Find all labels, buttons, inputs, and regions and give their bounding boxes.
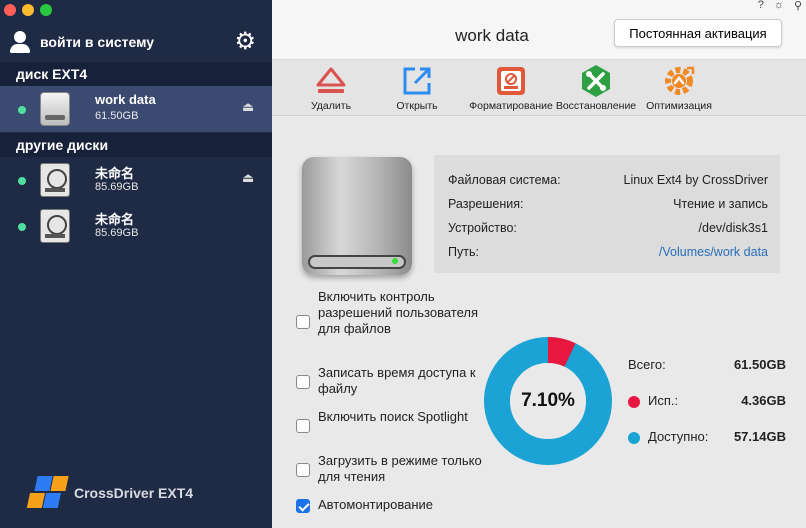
disk-name: 未命名: [95, 166, 135, 181]
brand-name: CrossDriver EXT4: [74, 485, 194, 501]
mounted-dot: [18, 223, 26, 231]
eject-icon[interactable]: ⏏: [242, 170, 254, 186]
option-label: Записать время доступа к файлу: [318, 365, 476, 396]
used-value: 4.36GB: [741, 393, 786, 408]
disk-name: 未命名: [95, 212, 135, 227]
format-label: Форматирование: [469, 100, 553, 112]
checkbox[interactable]: [296, 315, 310, 329]
free-label: Доступно:: [648, 429, 709, 444]
header: ? ☼ ⚲ work data Постоянная активация: [272, 0, 806, 60]
total-row: Всего: 61.50GB: [628, 357, 786, 377]
option-spotlight[interactable]: Включить поиск Spotlight: [296, 409, 486, 433]
optimize-icon: [662, 64, 696, 98]
checkbox[interactable]: [296, 419, 310, 433]
info-key: Путь:: [448, 245, 479, 259]
external-disk-icon: [302, 157, 412, 275]
free-color-dot: [628, 432, 640, 444]
section-ext4-title: диск EXT4: [0, 62, 272, 86]
option-read-only[interactable]: Загрузить в режиме только для чтения: [296, 453, 486, 485]
disk-size: 85.69GB: [95, 227, 139, 239]
info-key: Файловая система:: [448, 173, 561, 187]
checkbox[interactable]: [296, 463, 310, 477]
brand: CrossDriver EXT4: [26, 474, 194, 512]
used-label: Исп.:: [648, 393, 679, 408]
option-label: Автомонтирование: [318, 497, 434, 512]
info-key: Устройство:: [448, 221, 517, 235]
section-other-title: другие диски: [0, 133, 272, 157]
recovery-button[interactable]: Восстановление: [551, 64, 641, 112]
disk-size: 85.69GB: [95, 181, 139, 193]
activate-button[interactable]: Постоянная активация: [614, 19, 782, 47]
info-row-filesystem: Файловая система: Linux Ext4 by CrossDri…: [448, 173, 768, 193]
total-label: Всего:: [628, 357, 666, 372]
mounted-dot: [18, 106, 26, 114]
gear-icon[interactable]: ⚙: [234, 30, 256, 54]
format-icon: [494, 64, 528, 98]
option-permissions-control[interactable]: Включить контроль разрешений пользовател…: [296, 289, 486, 337]
disk-info-panel: Файловая система: Linux Ext4 by CrossDri…: [434, 155, 780, 273]
zoom-window-button[interactable]: [40, 4, 52, 16]
login-link[interactable]: войти в систему: [40, 34, 154, 50]
info-value: /dev/disk3s1: [698, 221, 768, 235]
status-led: [392, 258, 398, 264]
optimize-label: Оптимизация: [646, 100, 712, 112]
option-label: Загрузить в режиме только для чтения: [318, 453, 482, 484]
info-row-device: Устройство: /dev/disk3s1: [448, 221, 768, 241]
external-disk-icon: [40, 92, 70, 126]
option-label: Включить контроль разрешений пользовател…: [318, 289, 479, 336]
info-value: Чтение и запись: [673, 197, 768, 211]
toolbar: Удалить Открыть Форматирование Восстанов…: [272, 60, 806, 116]
path-link[interactable]: /Volumes/work data: [659, 245, 768, 259]
disk-item-unnamed-1[interactable]: 未命名 85.69GB ⏏: [0, 157, 272, 203]
sidebar: войти в систему ⚙ диск EXT4 work data 61…: [0, 0, 272, 528]
used-row: Исп.: 4.36GB: [628, 393, 786, 413]
format-button[interactable]: Форматирование: [466, 64, 556, 112]
disk-name: work data: [95, 92, 156, 107]
title-bar-icons: ? ☼ ⚲: [758, 0, 802, 12]
free-row: Доступно: 57.14GB: [628, 429, 786, 449]
repair-icon: [579, 64, 613, 98]
info-row-permissions: Разрешения: Чтение и запись: [448, 197, 768, 217]
close-window-button[interactable]: [4, 4, 16, 16]
disk-item-work-data[interactable]: work data 61.50GB ⏏: [0, 86, 272, 132]
free-value: 57.14GB: [733, 429, 786, 444]
login-row: войти в систему ⚙: [10, 28, 264, 56]
main-panel: ? ☼ ⚲ work data Постоянная активация Уда…: [272, 0, 806, 528]
help-icon[interactable]: ?: [758, 0, 764, 12]
crossdriver-logo-icon: [24, 474, 70, 512]
content-area: Файловая система: Linux Ext4 by CrossDri…: [272, 117, 806, 528]
window-controls: [4, 4, 52, 16]
user-icon[interactable]: [10, 31, 30, 53]
hard-drive-icon: [40, 163, 70, 197]
disk-size: 61.50GB: [95, 110, 139, 122]
info-row-path: Путь: /Volumes/work data: [448, 245, 768, 265]
optimize-button[interactable]: Оптимизация: [634, 64, 724, 112]
eject-label: Удалить: [310, 100, 352, 112]
usage-donut: 7.10%: [484, 337, 612, 465]
open-label: Открыть: [396, 100, 438, 112]
minimize-window-button[interactable]: [22, 4, 34, 16]
option-label: Включить поиск Spotlight: [318, 409, 468, 424]
disk-item-unnamed-2[interactable]: 未命名 85.69GB: [0, 203, 272, 249]
mounted-dot: [18, 177, 26, 185]
checkbox[interactable]: [296, 375, 310, 389]
open-external-icon: [400, 64, 434, 98]
checkbox[interactable]: [296, 499, 310, 513]
brightness-icon[interactable]: ☼: [774, 0, 784, 12]
eject-icon[interactable]: ⏏: [242, 99, 254, 115]
option-automount[interactable]: Автомонтирование: [296, 497, 486, 513]
total-value: 61.50GB: [733, 357, 786, 372]
pin-icon[interactable]: ⚲: [794, 0, 802, 12]
recovery-label: Восстановление: [555, 100, 637, 112]
info-key: Разрешения:: [448, 197, 524, 211]
usage-percent: 7.10%: [521, 390, 575, 411]
eject-icon: [314, 64, 348, 98]
info-value: Linux Ext4 by CrossDriver: [623, 173, 769, 187]
option-record-access-time[interactable]: Записать время доступа к файлу: [296, 365, 486, 397]
open-button[interactable]: Открыть: [372, 64, 462, 112]
used-color-dot: [628, 396, 640, 408]
eject-button[interactable]: Удалить: [286, 64, 376, 112]
hard-drive-icon: [40, 209, 70, 243]
